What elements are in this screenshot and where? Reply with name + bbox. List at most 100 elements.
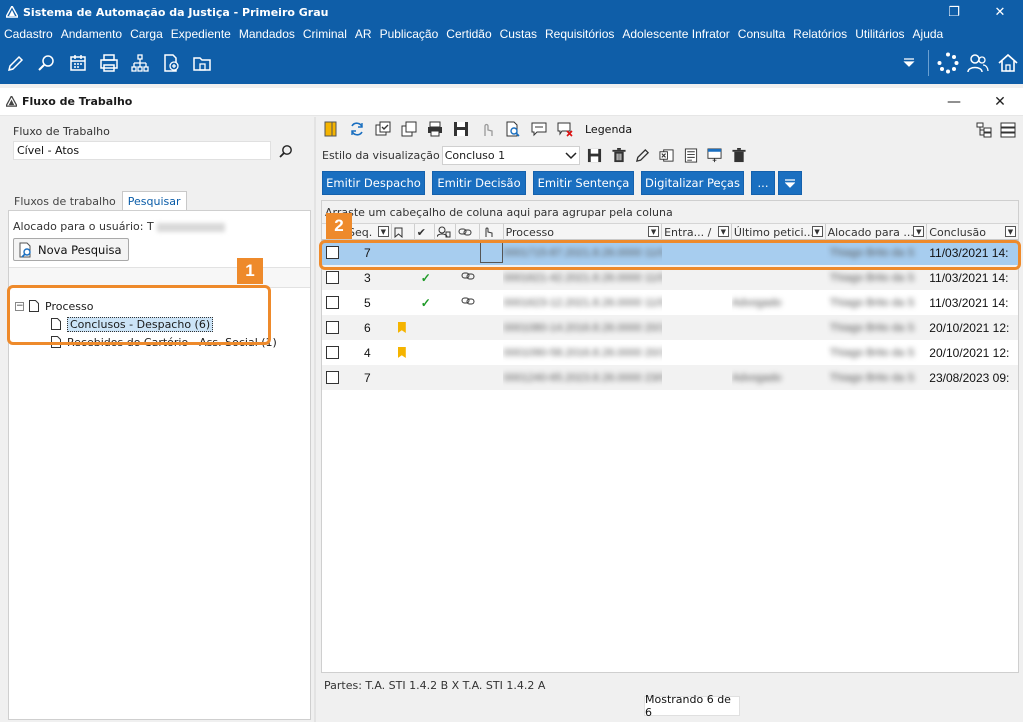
row-checkbox[interactable] <box>326 346 339 359</box>
table-row[interactable]: 5 ✓ 0001623-12.2021.8.26.0000 11/03/2021 Ad… <box>322 290 1018 315</box>
menu-item-andamento[interactable]: Andamento <box>61 27 122 41</box>
menu-item-carga[interactable]: Carga <box>130 27 163 41</box>
menu-bar: Cadastro Andamento Carga Expediente Mandados… <box>0 24 1023 44</box>
new-search-button[interactable]: Nova Pesquisa <box>13 238 129 261</box>
row-select-cell[interactable]: 7 <box>322 365 392 390</box>
screen-export-icon[interactable] <box>706 147 724 165</box>
column-header-label: Entra... / <box>664 225 712 239</box>
column-header-ultimo-peticionario[interactable]: Último petici... ▼ <box>732 224 826 240</box>
comment-icon[interactable] <box>530 120 548 138</box>
print-preview-icon[interactable] <box>426 120 444 138</box>
row-select-cell[interactable]: 5 <box>322 290 392 315</box>
dropdown-arrow-icon[interactable] <box>898 52 920 74</box>
tab-fluxos-de-trabalho[interactable]: Fluxos de trabalho <box>8 191 122 210</box>
tab-pesquisar[interactable]: Pesquisar <box>121 191 187 210</box>
table-row[interactable]: 4 0001090-58.2016.8.26.0000 20/10/2021 Thi… <box>322 340 1018 365</box>
home-icon[interactable] <box>997 52 1019 74</box>
touch-icon[interactable] <box>478 120 496 138</box>
close-button[interactable]: ✕ <box>977 0 1023 24</box>
row-checkbox[interactable] <box>326 371 339 384</box>
row-checkbox[interactable] <box>326 321 339 334</box>
legend-label[interactable]: Legenda <box>585 123 632 136</box>
menu-item-adolescente-infrator[interactable]: Adolescente Infrator <box>622 27 729 41</box>
columns-icon[interactable] <box>999 121 1017 139</box>
menu-item-cadastro[interactable]: Cadastro <box>4 27 53 41</box>
menu-item-mandados[interactable]: Mandados <box>239 27 295 41</box>
menu-item-publicacao[interactable]: Publicação <box>380 27 439 41</box>
row-select-cell[interactable]: 6 <box>322 315 392 340</box>
edit-icon[interactable] <box>5 52 27 74</box>
menu-item-criminal[interactable]: Criminal <box>303 27 347 41</box>
filter-icon[interactable]: ▼ <box>648 226 660 237</box>
column-header-assign[interactable] <box>435 224 456 240</box>
column-header-entrada[interactable]: Entra... / ▼ <box>662 224 732 240</box>
menu-item-utilitarios[interactable]: Utilitários <box>855 27 904 41</box>
note-icon[interactable] <box>322 120 340 138</box>
view-style-select[interactable]: Concluso 1 <box>441 146 580 165</box>
comment-delete-icon[interactable] <box>556 120 574 138</box>
search-document-icon[interactable] <box>36 52 58 74</box>
menu-item-expediente[interactable]: Expediente <box>171 27 231 41</box>
column-header-check[interactable]: ✔ <box>415 224 435 240</box>
filter-icon[interactable]: ▼ <box>377 226 389 237</box>
menu-item-ar[interactable]: AR <box>355 27 372 41</box>
filter-icon[interactable]: ▼ <box>1005 226 1016 237</box>
check-windows-icon[interactable] <box>374 120 392 138</box>
row-checkbox[interactable] <box>326 296 339 309</box>
filter-icon[interactable]: ▼ <box>717 226 729 237</box>
printer-icon[interactable] <box>98 52 120 74</box>
calendar-icon[interactable] <box>67 52 89 74</box>
save-view-icon[interactable] <box>586 147 604 165</box>
edit-view-icon[interactable] <box>634 147 652 165</box>
folder-export-icon[interactable] <box>191 52 213 74</box>
menu-item-certidao[interactable]: Certidão <box>446 27 491 41</box>
minimize-window-button[interactable]: — <box>931 88 977 116</box>
emitir-decisao-button[interactable]: Emitir Decisão <box>432 171 526 195</box>
flow-input[interactable] <box>13 141 271 160</box>
row-flag-cell <box>392 315 415 340</box>
excel-export-icon[interactable] <box>658 147 676 165</box>
filter-icon[interactable]: ▼ <box>811 226 823 237</box>
windows-icon[interactable] <box>400 120 418 138</box>
link-icon[interactable] <box>461 271 475 284</box>
alocado-value: Thiago Brito da S <box>829 371 915 384</box>
save-disk-icon[interactable] <box>452 120 470 138</box>
column-header-processo[interactable]: Processo ▼ <box>504 224 663 240</box>
column-header-conclusao[interactable]: Conclusão ▼ <box>927 224 1018 240</box>
menu-item-requisitorios[interactable]: Requisitórios <box>545 27 614 41</box>
row-checkbox[interactable] <box>326 271 339 284</box>
table-row[interactable]: 6 0001080-14.2016.8.26.0000 20/10/2021 Thi… <box>322 315 1018 340</box>
link-icon[interactable] <box>461 296 475 309</box>
flow-search-icon[interactable] <box>276 141 296 161</box>
report-icon[interactable] <box>682 147 700 165</box>
menu-item-custas[interactable]: Custas <box>500 27 537 41</box>
refresh-icon[interactable] <box>348 120 366 138</box>
actions-dropdown-button[interactable] <box>778 171 802 195</box>
column-header-link[interactable] <box>456 224 480 240</box>
menu-item-ajuda[interactable]: Ajuda <box>913 27 944 41</box>
add-document-icon[interactable] <box>160 52 182 74</box>
column-header-touch[interactable] <box>480 224 504 240</box>
toolbar-separator <box>928 50 929 76</box>
close-window-button[interactable]: ✕ <box>977 88 1023 116</box>
column-header-flag[interactable] <box>392 224 415 240</box>
column-header-alocado[interactable]: Alocado para ... ▼ <box>826 224 928 240</box>
filter-icon[interactable]: ▼ <box>913 226 925 237</box>
trash-icon[interactable] <box>730 147 748 165</box>
zoom-document-icon[interactable] <box>504 120 522 138</box>
users-icon[interactable] <box>967 52 989 74</box>
emitir-sentenca-button[interactable]: Emitir Sentença <box>533 171 634 195</box>
menu-item-consulta[interactable]: Consulta <box>738 27 785 41</box>
row-select-cell[interactable]: 4 <box>322 340 392 365</box>
delete-view-icon[interactable] <box>610 147 628 165</box>
menu-item-relatorios[interactable]: Relatórios <box>793 27 847 41</box>
emitir-despacho-button[interactable]: Emitir Despacho <box>322 171 425 195</box>
hierarchy-icon[interactable] <box>129 52 151 74</box>
touch-icon <box>485 227 493 237</box>
restore-button[interactable]: ❐ <box>931 0 977 24</box>
tree-view-icon[interactable] <box>975 121 993 139</box>
digitalizar-pecas-button[interactable]: Digitalizar Peças <box>641 171 744 195</box>
more-actions-button[interactable]: ... <box>751 171 775 195</box>
table-row[interactable]: 7 0001240-65.2023.8.26.0000 23/08/2023 Adv… <box>322 365 1018 390</box>
redacted-username <box>156 222 225 232</box>
